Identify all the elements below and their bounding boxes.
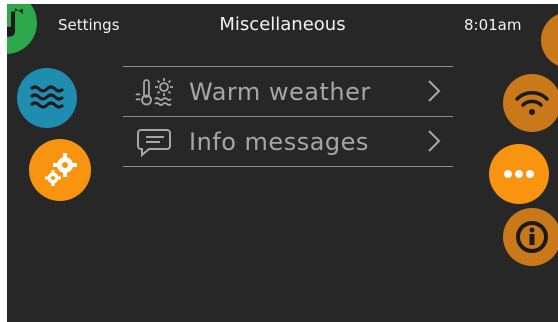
menu-item-label: Info messages <box>189 127 369 156</box>
wifi-button[interactable] <box>503 74 558 132</box>
water-button[interactable] <box>17 68 77 128</box>
thermometer-sun-icon <box>133 77 177 107</box>
chevron-right-icon <box>428 80 441 102</box>
ellipsis-icon <box>504 170 534 178</box>
message-bubble-icon <box>133 127 177 157</box>
info-icon <box>516 221 548 253</box>
more-button[interactable] <box>489 144 549 204</box>
music-button[interactable] <box>7 4 37 54</box>
clock-time: 8:01am <box>464 16 522 34</box>
menu-list: Warm weather Info messages <box>123 66 453 167</box>
chevron-right-icon <box>428 130 441 152</box>
wifi-icon <box>515 91 549 115</box>
warm-weather-item[interactable]: Warm weather <box>123 66 453 116</box>
screen: Settings Miscellaneous 8:01am Warm weath… <box>7 4 558 322</box>
water-waves-icon <box>29 85 65 109</box>
info-messages-item[interactable]: Info messages <box>123 116 453 167</box>
gears-icon <box>45 153 77 186</box>
menu-item-label: Warm weather <box>189 77 371 106</box>
info-button[interactable] <box>503 208 558 266</box>
settings-button[interactable] <box>29 139 91 201</box>
music-note-icon <box>7 8 23 37</box>
